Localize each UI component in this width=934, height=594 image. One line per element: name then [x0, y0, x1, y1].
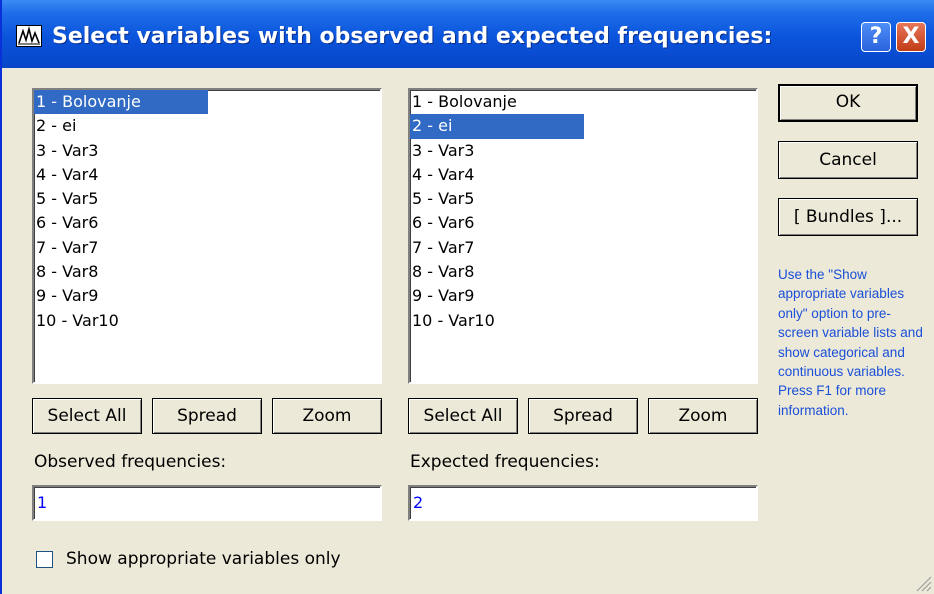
observed-list-item[interactable]: 10 - Var10 — [34, 309, 380, 333]
cancel-button[interactable]: Cancel — [778, 141, 918, 179]
left-spread-button[interactable]: Spread — [152, 398, 262, 434]
help-button[interactable]: ? — [861, 22, 891, 52]
observed-list-item[interactable]: 3 - Var3 — [34, 139, 380, 163]
expected-variable-list[interactable]: 1 - Bolovanje 2 - ei 3 - Var3 4 - Var4 5 - V… — [408, 88, 758, 384]
left-select-all-button[interactable]: Select All — [32, 398, 142, 434]
close-button[interactable]: X — [896, 22, 926, 52]
expected-list-item[interactable]: 3 - Var3 — [410, 139, 756, 163]
observed-list-item[interactable]: 8 - Var8 — [34, 260, 380, 284]
expected-list-item[interactable]: 2 - ei — [410, 114, 584, 139]
hint-text: Use the "Show appropriate variables only… — [778, 267, 923, 418]
expected-list-item[interactable]: 6 - Var6 — [410, 211, 756, 235]
observed-frequencies-field[interactable]: 1 — [32, 485, 382, 521]
expected-list-item[interactable]: 1 - Bolovanje — [410, 90, 756, 114]
observed-list-item[interactable]: 9 - Var9 — [34, 284, 380, 308]
observed-list-item[interactable]: 2 - ei — [34, 114, 380, 138]
expected-list-item[interactable]: 9 - Var9 — [410, 284, 756, 308]
observed-variable-list[interactable]: 1 - Bolovanje 2 - ei 3 - Var3 4 - Var4 5 - V… — [32, 88, 382, 384]
title-bar[interactable]: Select variables with observed and expec… — [2, 0, 934, 68]
expected-list-item[interactable]: 4 - Var4 — [410, 163, 756, 187]
expected-frequencies-label: Expected frequencies: — [410, 452, 600, 472]
observed-list-item[interactable]: 1 - Bolovanje — [34, 90, 208, 115]
bundles-button[interactable]: [ Bundles ]... — [778, 198, 918, 236]
question-mark-icon: ? — [869, 24, 883, 49]
expected-frequencies-field[interactable]: 2 — [408, 485, 758, 521]
observed-frequencies-label: Observed frequencies: — [34, 452, 227, 472]
right-zoom-button[interactable]: Zoom — [648, 398, 758, 434]
window-title: Select variables with observed and expec… — [52, 24, 773, 49]
expected-list-item[interactable]: 7 - Var7 — [410, 236, 756, 260]
resize-grip-icon[interactable] — [912, 572, 932, 592]
show-appropriate-label: Show appropriate variables only — [66, 549, 341, 569]
observed-list-item[interactable]: 4 - Var4 — [34, 163, 380, 187]
right-spread-button[interactable]: Spread — [528, 398, 638, 434]
observed-list-item[interactable]: 6 - Var6 — [34, 211, 380, 235]
ok-button[interactable]: OK — [778, 84, 918, 122]
observed-list-item[interactable]: 7 - Var7 — [34, 236, 380, 260]
right-select-all-button[interactable]: Select All — [408, 398, 518, 434]
observed-list-item[interactable]: 5 - Var5 — [34, 187, 380, 211]
app-icon — [16, 25, 42, 47]
show-appropriate-checkbox[interactable] — [36, 551, 53, 568]
dialog-window: Select variables with observed and expec… — [0, 0, 934, 594]
left-zoom-button[interactable]: Zoom — [272, 398, 382, 434]
expected-list-item[interactable]: 10 - Var10 — [410, 309, 756, 333]
close-icon: X — [902, 24, 920, 49]
expected-list-item[interactable]: 8 - Var8 — [410, 260, 756, 284]
expected-list-item[interactable]: 5 - Var5 — [410, 187, 756, 211]
